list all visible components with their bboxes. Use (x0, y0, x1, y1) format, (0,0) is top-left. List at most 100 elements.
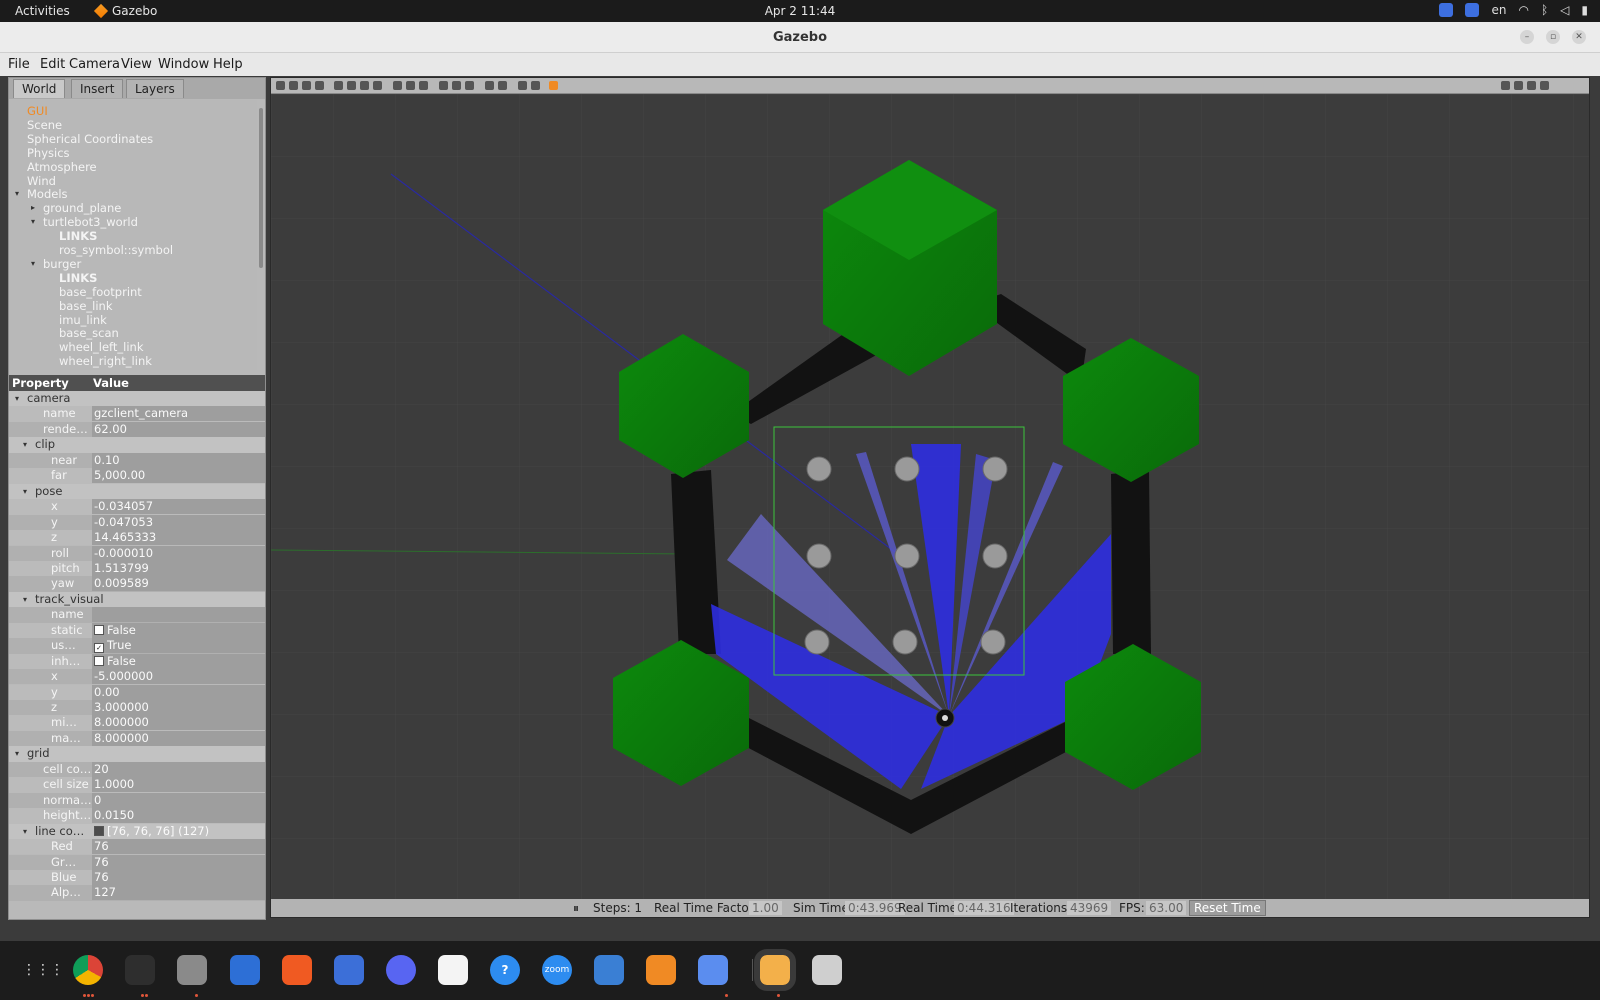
property-value[interactable]: 1.513799 (92, 560, 265, 576)
property-row[interactable]: norma… 0 (9, 792, 265, 809)
expand-arrow-icon[interactable]: ▾ (15, 187, 19, 201)
property-value[interactable]: 127 (92, 885, 265, 901)
tree-item[interactable]: GUI (27, 104, 48, 118)
close-icon[interactable]: ✕ (1572, 30, 1586, 44)
property-row[interactable]: x -5.000000 (9, 669, 265, 685)
expand-arrow-icon[interactable]: ▾ (15, 746, 19, 761)
property-value[interactable]: -0.047053 (92, 514, 265, 530)
expand-arrow-icon[interactable]: ▾ (23, 592, 27, 607)
tree-item[interactable]: base_footprint (59, 285, 142, 299)
point-light-icon[interactable] (439, 81, 448, 90)
property-value[interactable]: 76 (92, 869, 265, 885)
property-group-row[interactable]: ▾ track_visual (9, 591, 265, 608)
property-group-row[interactable]: ▾ line co… [76, 76, 76] (127) (9, 823, 265, 839)
tree-item[interactable]: Wind (27, 174, 56, 188)
property-row[interactable]: ma… 8.000000 (9, 730, 265, 747)
property-row[interactable]: Gr… 76 (9, 854, 265, 870)
help-icon[interactable]: ? (490, 955, 520, 985)
property-value[interactable]: 0.0150 (92, 808, 265, 824)
property-value[interactable]: 8.000000 (92, 730, 265, 746)
discord-icon[interactable] (386, 955, 416, 985)
property-row[interactable]: near 0.10 (9, 452, 265, 469)
property-row[interactable]: mi… 8.000000 (9, 715, 265, 731)
expand-arrow-icon[interactable]: ▾ (23, 824, 27, 839)
expand-arrow-icon[interactable]: ▾ (31, 257, 35, 271)
system-tray[interactable]: en ◠ ᛒ ◁ ▮ (1439, 3, 1588, 17)
log-icon[interactable] (1514, 81, 1523, 90)
property-value[interactable]: 76 (92, 839, 265, 855)
tab-world[interactable]: World (13, 79, 66, 98)
property-row[interactable]: inh… False (9, 653, 265, 670)
property-value[interactable]: False (92, 622, 265, 638)
box-icon[interactable] (393, 81, 402, 90)
property-row[interactable]: far 5,000.00 (9, 468, 265, 484)
property-row[interactable]: x -0.034057 (9, 499, 265, 515)
tree-item[interactable]: caster_back_link (59, 368, 154, 370)
copy-icon[interactable] (485, 81, 494, 90)
checkbox-checked[interactable]: ✓ (94, 643, 104, 654)
select-icon[interactable] (276, 81, 285, 90)
property-value[interactable]: 0 (92, 792, 265, 808)
property-value[interactable]: 0.009589 (92, 576, 265, 592)
property-row[interactable]: y -0.047053 (9, 514, 265, 530)
property-row[interactable]: roll -0.000010 (9, 545, 265, 561)
menu-view[interactable]: View (121, 57, 152, 72)
property-row[interactable]: z 3.000000 (9, 700, 265, 716)
wifi-icon[interactable]: ◠ (1518, 3, 1528, 17)
record-icon[interactable] (549, 81, 558, 90)
tree-item[interactable]: Scene (27, 118, 62, 132)
property-row[interactable]: cell co… 20 (9, 761, 265, 778)
expand-arrow-icon[interactable]: ▾ (23, 484, 27, 499)
property-row[interactable]: static False (9, 622, 265, 639)
directional-light-icon[interactable] (465, 81, 474, 90)
tree-item[interactable]: base_link (59, 299, 113, 313)
property-value[interactable]: 3.000000 (92, 700, 265, 715)
screenshot-icon[interactable] (1501, 81, 1510, 90)
tree-item[interactable]: base_scan (59, 326, 119, 340)
reset-time-button[interactable]: Reset Time (1189, 900, 1266, 916)
trash-icon[interactable] (812, 955, 842, 985)
property-value[interactable] (92, 607, 265, 623)
property-value[interactable]: 0.00 (92, 684, 265, 700)
tree-item[interactable]: wheel_right_link (59, 354, 152, 368)
minimize-icon[interactable]: – (1520, 30, 1534, 44)
cylinder-icon[interactable] (419, 81, 428, 90)
tab-layers[interactable]: Layers (126, 79, 184, 98)
mail-icon[interactable] (594, 955, 624, 985)
property-value[interactable]: gzclient_camera (92, 406, 265, 422)
tree-item[interactable]: Spherical Coordinates (27, 132, 153, 146)
spot-light-icon[interactable] (452, 81, 461, 90)
checkbox-unchecked[interactable] (94, 655, 104, 666)
menu-camera[interactable]: Camera (69, 57, 120, 72)
property-row[interactable]: name (9, 607, 265, 623)
app-grid-icon[interactable]: ⋮⋮⋮ (22, 955, 64, 985)
translate-icon[interactable] (289, 81, 298, 90)
terminal-icon[interactable] (125, 955, 155, 985)
3d-viewport[interactable]: ⏸ Steps: 1 Real Time Factor: 1.00 Sim Ti… (270, 77, 1590, 918)
property-value[interactable]: 8.000000 (92, 715, 265, 731)
snap-icon[interactable] (531, 81, 540, 90)
undo-icon[interactable] (334, 81, 343, 90)
tree-item[interactable]: wheel_left_link (59, 340, 144, 354)
tree-item[interactable]: imu_link (59, 313, 107, 327)
clock[interactable]: Apr 2 11:44 (0, 4, 1600, 18)
tree-item[interactable]: turtlebot3_world (43, 215, 138, 229)
collapse-arrow-icon[interactable]: ▸ (31, 201, 35, 215)
property-value[interactable]: 20 (92, 761, 265, 777)
bird-icon[interactable] (646, 955, 676, 985)
p-app-icon[interactable] (1465, 3, 1480, 17)
language-indicator[interactable]: en (1491, 3, 1506, 17)
tree-item[interactable]: LINKS (59, 271, 97, 285)
maximize-icon[interactable]: ▫ (1546, 30, 1560, 44)
tree-scrollbar[interactable] (259, 108, 263, 268)
property-row[interactable]: yaw 0.009589 (9, 576, 265, 592)
scene-render[interactable] (271, 94, 1589, 899)
property-group-row[interactable]: ▾ pose (9, 483, 265, 500)
expand-arrow-icon[interactable]: ▾ (23, 437, 27, 452)
volume-icon[interactable]: ◁ (1560, 3, 1569, 17)
property-value[interactable]: 76 (92, 854, 265, 870)
tree-item[interactable]: Physics (27, 146, 70, 160)
notes-icon[interactable] (698, 955, 728, 985)
property-value[interactable]: ✓ True (92, 638, 265, 654)
tree-item[interactable]: ground_plane (43, 201, 121, 215)
